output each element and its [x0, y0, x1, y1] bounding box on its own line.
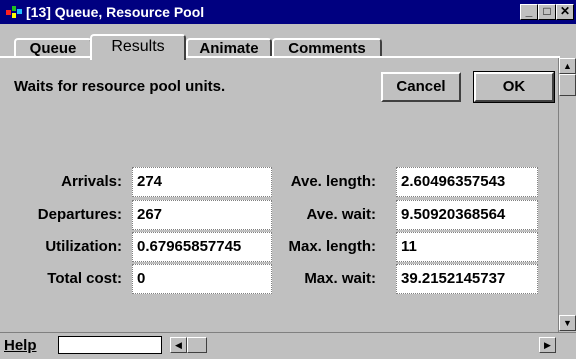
- max-wait-field[interactable]: 39.2152145737: [396, 264, 538, 294]
- max-length-field[interactable]: 11: [396, 232, 538, 262]
- vertical-scrollbar[interactable]: ▲ ▼: [558, 58, 576, 332]
- tab-animate[interactable]: Animate: [186, 38, 272, 58]
- scroll-up-button[interactable]: ▲: [559, 58, 576, 74]
- departures-field[interactable]: 267: [132, 200, 272, 230]
- bottom-bar: Help ◀ ▶: [0, 332, 576, 359]
- close-icon: ✕: [559, 4, 571, 18]
- dialog-window: [13] Queue, Resource Pool _ □ ✕ Queue Re…: [0, 0, 576, 359]
- minimize-icon: _: [525, 4, 533, 18]
- app-icon: [6, 6, 22, 18]
- maximize-button[interactable]: □: [538, 4, 556, 20]
- max-wait-label: Max. wait:: [304, 270, 376, 287]
- minimize-button[interactable]: _: [520, 4, 538, 20]
- horizontal-scroll-thumb[interactable]: [187, 337, 207, 353]
- total-cost-field[interactable]: 0: [132, 264, 272, 294]
- scroll-right-button[interactable]: ▶: [539, 337, 556, 353]
- ave-wait-field[interactable]: 9.50920368564: [396, 200, 538, 230]
- help-label[interactable]: Help: [4, 337, 37, 354]
- ave-length-field[interactable]: 2.60496357543: [396, 167, 538, 197]
- help-field[interactable]: [58, 336, 162, 354]
- utilization-field[interactable]: 0.67965857745: [132, 232, 272, 262]
- ok-button[interactable]: OK: [473, 71, 555, 103]
- ave-wait-label: Ave. wait:: [306, 206, 376, 223]
- scroll-down-button[interactable]: ▼: [559, 315, 576, 331]
- tab-divider: [0, 56, 560, 58]
- scroll-left-button[interactable]: ◀: [170, 337, 187, 353]
- tab-results[interactable]: Results: [90, 34, 186, 60]
- close-button[interactable]: ✕: [556, 4, 574, 20]
- horizontal-scrollbar[interactable]: ◀ ▶: [170, 336, 558, 354]
- tab-queue[interactable]: Queue: [14, 38, 92, 58]
- utilization-label: Utilization:: [45, 238, 122, 255]
- arrivals-label: Arrivals:: [61, 173, 122, 190]
- ave-length-label: Ave. length:: [290, 173, 376, 190]
- window-title: [13] Queue, Resource Pool: [26, 4, 205, 20]
- vertical-scroll-thumb[interactable]: [559, 74, 576, 96]
- arrivals-field[interactable]: 274: [132, 167, 272, 197]
- arrow-right-icon: ▶: [544, 340, 551, 350]
- tab-comments[interactable]: Comments: [272, 38, 382, 58]
- maximize-icon: □: [543, 4, 551, 18]
- title-bar[interactable]: [13] Queue, Resource Pool _ □ ✕: [0, 0, 576, 24]
- max-length-label: Max. length:: [288, 238, 376, 255]
- tab-bar: Queue Results Animate Comments: [0, 24, 576, 60]
- total-cost-label: Total cost:: [47, 270, 122, 287]
- arrow-down-icon: ▼: [563, 318, 572, 328]
- cancel-button[interactable]: Cancel: [381, 72, 461, 102]
- description-text: Waits for resource pool units.: [14, 78, 226, 95]
- arrow-left-icon: ◀: [175, 340, 182, 350]
- departures-label: Departures:: [37, 206, 122, 223]
- arrow-up-icon: ▲: [563, 61, 572, 71]
